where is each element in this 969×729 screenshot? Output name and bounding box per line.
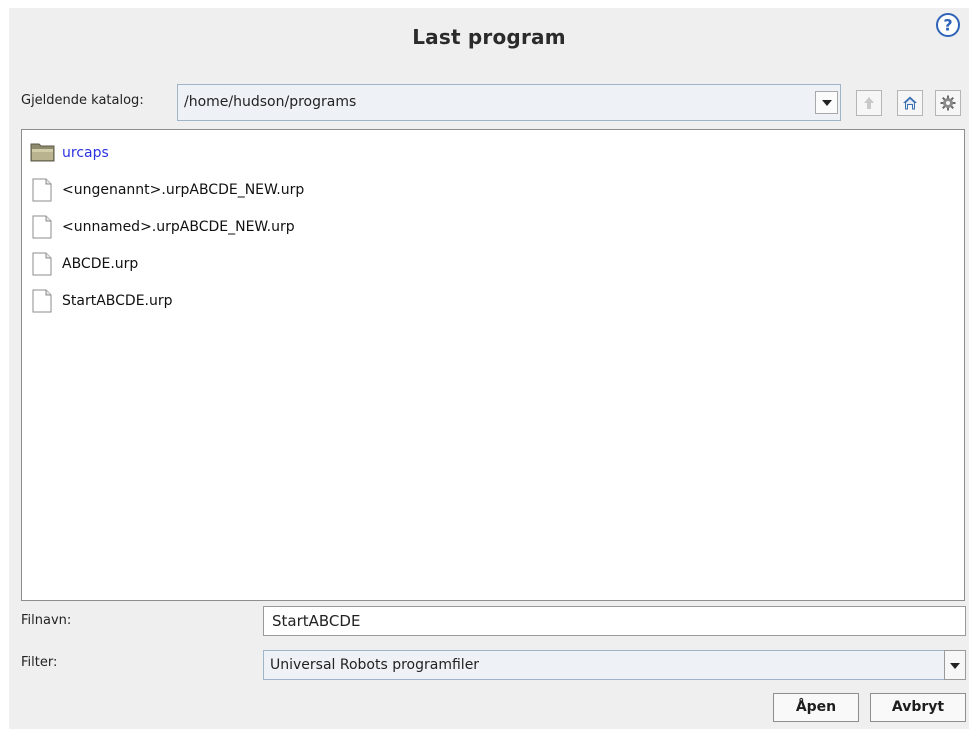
- file-name: <ungenannt>.urpABCDE_NEW.urp: [62, 182, 305, 198]
- file-list[interactable]: urcaps <ungenannt>.urpABCDE_NEW.urp <unn…: [21, 129, 965, 601]
- filename-input[interactable]: [263, 606, 966, 636]
- file-icon: [32, 289, 52, 313]
- cancel-button[interactable]: Avbryt: [870, 693, 966, 722]
- file-icon: [32, 252, 52, 276]
- directory-path-text: /home/hudson/programs: [184, 94, 357, 110]
- help-button[interactable]: ?: [936, 13, 960, 37]
- home-icon: [903, 96, 917, 110]
- gear-icon: [940, 95, 956, 111]
- filename-label: Filnavn:: [21, 613, 72, 628]
- directory-path-combobox[interactable]: /home/hudson/programs: [177, 84, 841, 121]
- filter-combobox[interactable]: Universal Robots programfiler: [263, 650, 947, 680]
- filter-selected-value: Universal Robots programfiler: [270, 657, 480, 673]
- svg-text:?: ?: [943, 16, 952, 35]
- filter-dropdown-button[interactable]: [944, 650, 966, 680]
- list-item-folder[interactable]: urcaps: [30, 139, 630, 167]
- list-item-file[interactable]: StartABCDE.urp: [30, 287, 630, 315]
- file-name: urcaps: [62, 145, 109, 161]
- file-name: <unnamed>.urpABCDE_NEW.urp: [62, 219, 295, 235]
- list-item-file[interactable]: <unnamed>.urpABCDE_NEW.urp: [30, 213, 630, 241]
- current-directory-label: Gjeldende katalog:: [21, 93, 144, 108]
- home-directory-button[interactable]: [897, 90, 923, 116]
- open-button[interactable]: Åpen: [773, 693, 859, 722]
- up-directory-button[interactable]: [856, 90, 882, 116]
- arrow-up-icon: [864, 97, 874, 109]
- list-item-file[interactable]: <ungenannt>.urpABCDE_NEW.urp: [30, 176, 630, 204]
- dialog-title: Last program: [412, 25, 566, 49]
- file-icon: [32, 215, 52, 239]
- chevron-down-icon: [950, 663, 960, 669]
- load-program-dialog: Last program ? Gjeldende katalog: /home/…: [9, 8, 969, 729]
- directory-dropdown-button[interactable]: [815, 91, 838, 114]
- settings-button[interactable]: [935, 90, 961, 116]
- file-name: ABCDE.urp: [62, 256, 139, 272]
- filter-label: Filter:: [21, 655, 58, 670]
- list-item-file[interactable]: ABCDE.urp: [30, 250, 630, 278]
- file-name: StartABCDE.urp: [62, 293, 173, 309]
- help-question-icon: ?: [936, 13, 960, 37]
- file-icon: [32, 178, 52, 202]
- chevron-down-icon: [822, 100, 832, 106]
- folder-icon: [30, 143, 55, 162]
